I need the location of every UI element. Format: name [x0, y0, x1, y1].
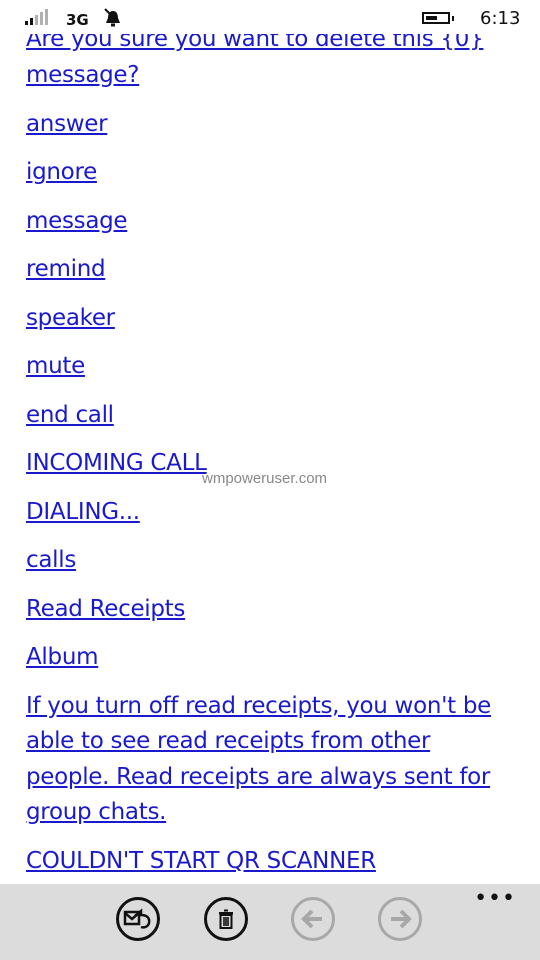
status-bar: 3G 6:13 [0, 0, 540, 34]
link-ignore[interactable]: ignore [26, 155, 516, 190]
more-options-button[interactable]: ••• [474, 888, 516, 910]
delete-button[interactable] [204, 897, 248, 941]
delete-icon [219, 909, 233, 929]
link-speaker[interactable]: speaker [26, 301, 516, 336]
link-calls[interactable]: calls [26, 543, 516, 578]
clock: 6:13 [480, 8, 521, 29]
forward-button[interactable] [378, 897, 422, 941]
back-arrow-icon [301, 909, 322, 929]
app-bar: ••• [0, 884, 540, 960]
link-remind[interactable]: remind [26, 252, 516, 287]
link-album[interactable]: Album [26, 640, 516, 675]
reply-mail-icon [123, 908, 151, 929]
reply-button[interactable] [116, 897, 160, 941]
network-type: 3G [66, 11, 89, 29]
link-message[interactable]: message [26, 204, 516, 239]
forward-arrow-icon [391, 909, 412, 929]
link-qr-scanner-error[interactable]: COULDN'T START QR SCANNER [26, 844, 516, 879]
watermark: wmpoweruser.com [202, 470, 328, 487]
link-end-call[interactable]: end call [26, 398, 516, 433]
link-read-receipts[interactable]: Read Receipts [26, 592, 516, 627]
link-mute[interactable]: mute [26, 349, 516, 384]
link-answer[interactable]: answer [26, 107, 516, 142]
link-dialing[interactable]: DIALING... [26, 495, 516, 530]
bell-muted-icon [104, 8, 120, 27]
battery-icon [422, 12, 454, 24]
link-read-receipts-info[interactable]: If you turn off read receipts, you won't… [26, 689, 496, 831]
string-list: Are you sure you want to delete this {0}… [26, 22, 516, 893]
signal-strength-icon [25, 9, 48, 25]
back-button[interactable] [291, 897, 335, 941]
